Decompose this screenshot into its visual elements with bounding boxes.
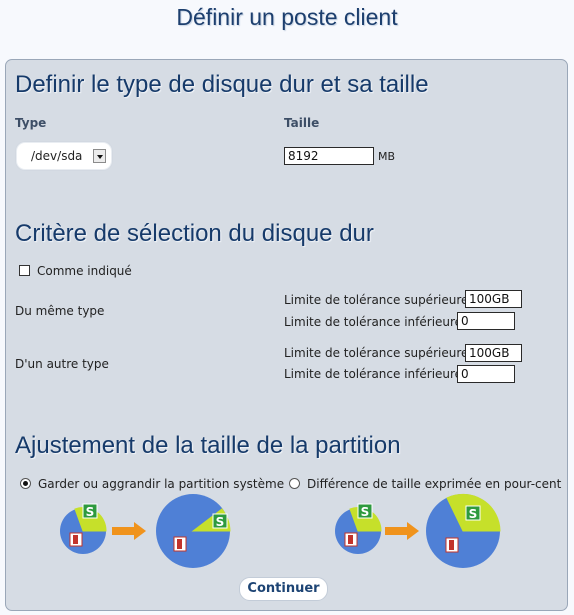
linux-partition-icon: S (82, 503, 98, 519)
percent-difference-label: Différence de taille exprimée en pour-ce… (307, 477, 562, 491)
other-type-upper-label: Limite de tolérance supérieure (284, 346, 469, 360)
large-disk-pie (426, 493, 501, 568)
linux-partition-icon: S (465, 505, 481, 521)
svg-text:S: S (216, 515, 225, 529)
system-partition-icon (344, 532, 358, 547)
type-label: Type (15, 116, 47, 130)
page-title: Définir un poste client (176, 4, 398, 30)
linux-partition-icon: S (212, 513, 228, 529)
large-disk-pie (156, 494, 231, 568)
disk-type-value: /dev/sda (31, 149, 83, 163)
keep-partition-radio[interactable] (20, 478, 31, 489)
continue-button[interactable]: Continuer (239, 577, 328, 601)
svg-text:S: S (361, 505, 370, 519)
disk-size-input[interactable]: 8192 (284, 147, 374, 165)
client-form-panel: Definir le type de disque dur et sa tail… (5, 59, 568, 611)
other-type-upper-input[interactable]: 100GB (465, 344, 522, 362)
same-type-label: Du même type (15, 304, 105, 318)
same-type-lower-label: Limite de tolérance inférieure (284, 315, 463, 329)
percent-difference-radio[interactable] (289, 478, 300, 489)
other-type-lower-label: Limite de tolérance inférieure (284, 367, 463, 381)
same-type-lower-input[interactable]: 0 (457, 312, 515, 330)
linux-partition-icon: S (357, 503, 373, 519)
percent-partition-diagram: S S (335, 493, 501, 568)
size-label: Taille (284, 116, 320, 130)
disk-type-select[interactable]: /dev/sda (17, 143, 111, 169)
same-type-upper-input[interactable]: 100GB (465, 290, 522, 308)
partition-section-heading: Ajustement de la taille de la partition (15, 432, 401, 459)
other-type-lower-input[interactable]: 0 (457, 365, 515, 383)
chevron-down-icon[interactable] (93, 149, 106, 163)
other-type-label: D'un autre type (15, 357, 109, 371)
system-partition-icon (445, 537, 459, 553)
keep-partition-label: Garder ou aggrandir la partition système (38, 477, 285, 491)
criteria-section-heading: Critère de sélection du disque dur (15, 220, 374, 247)
as-indicated-checkbox[interactable] (19, 265, 30, 276)
keep-partition-diagram: S S (60, 494, 231, 568)
arrow-right-icon (385, 522, 419, 540)
as-indicated-label: Comme indiqué (37, 264, 132, 278)
system-partition-icon (69, 532, 83, 547)
svg-text:S: S (86, 505, 95, 519)
disk-section-heading: Definir le type de disque dur et sa tail… (15, 71, 429, 98)
arrow-right-icon (112, 522, 146, 540)
system-partition-icon (173, 536, 187, 552)
disk-size-unit: MB (378, 150, 396, 163)
svg-text:S: S (469, 507, 478, 521)
same-type-upper-label: Limite de tolérance supérieure (284, 293, 469, 307)
